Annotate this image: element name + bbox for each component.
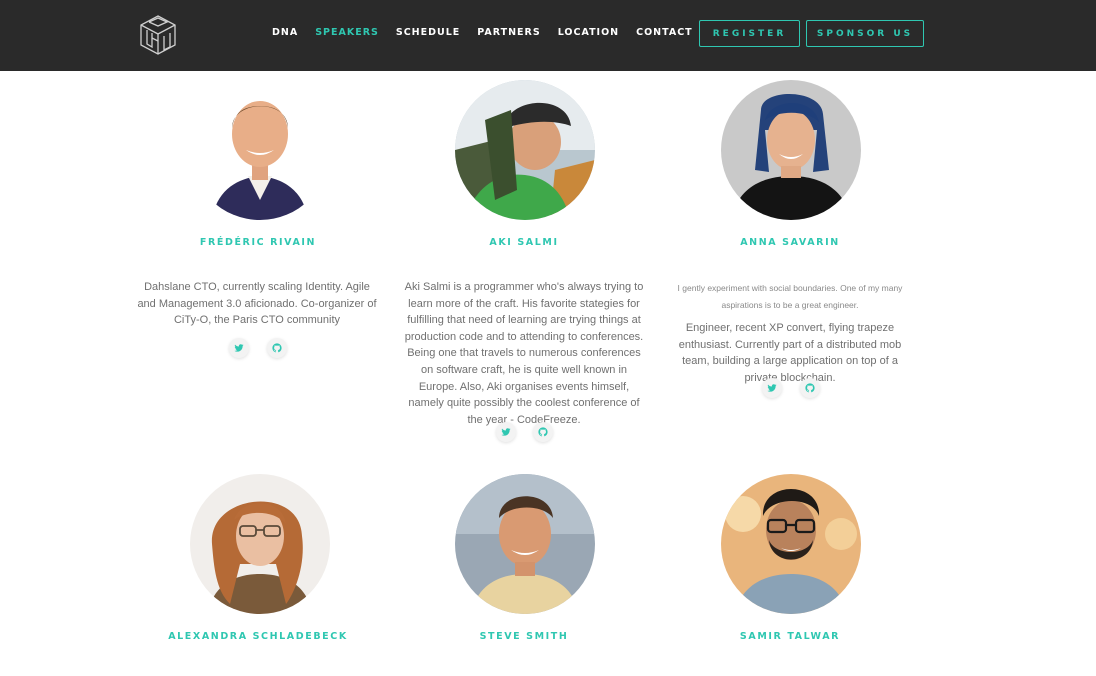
speaker-bio: Dahslane CTO, currently scaling Identity… [137,281,377,327]
speaker-portrait [721,474,861,614]
speaker-name[interactable]: ANNA SAVARIN [662,237,918,248]
github-icon [538,427,548,437]
twitter-button[interactable] [762,378,782,398]
speaker-photo-samir-talwar[interactable] [721,474,861,614]
github-button[interactable] [533,422,553,442]
twitter-icon [767,384,777,392]
nav-location[interactable]: LOCATION [558,27,619,38]
register-button[interactable]: REGISTER [699,20,800,47]
twitter-button[interactable] [496,422,516,442]
cube-logo-icon[interactable] [138,14,178,56]
twitter-icon [234,344,244,352]
site-header: DNA SPEAKERS SCHEDULE PARTNERS LOCATION … [0,0,1096,71]
speaker-photo-aki-salmi[interactable] [455,80,595,220]
speaker-quote: I gently experiment with social boundari… [677,283,903,310]
speaker-bio: Engineer, recent XP convert, flying trap… [678,322,902,384]
speaker-photo-anna-savarin[interactable] [721,80,861,220]
twitter-icon [501,428,511,436]
speaker-portrait [721,80,861,220]
nav-dna[interactable]: DNA [272,27,298,38]
main-nav: DNA SPEAKERS SCHEDULE PARTNERS LOCATION … [272,27,693,38]
github-icon [805,383,815,393]
speaker-photo-frederic-rivain[interactable] [190,80,330,220]
twitter-button[interactable] [229,338,249,358]
nav-speakers[interactable]: SPEAKERS [315,27,379,38]
nav-schedule[interactable]: SCHEDULE [396,27,460,38]
sponsor-us-button[interactable]: SPONSOR US [806,20,924,47]
speaker-name[interactable]: AKI SALMI [396,237,652,248]
speaker-portrait [455,474,595,614]
speaker-name[interactable]: SAMIR TALWAR [662,631,918,642]
speaker-name[interactable]: STEVE SMITH [396,631,652,642]
nav-contact[interactable]: CONTACT [636,27,693,38]
nav-partners[interactable]: PARTNERS [477,27,540,38]
speaker-portrait [455,80,595,220]
speaker-photo-alexandra-schladebeck[interactable] [190,474,330,614]
speaker-name[interactable]: ALEXANDRA SCHLADEBECK [130,631,386,642]
speaker-portrait [190,80,330,220]
speaker-portrait [190,474,330,614]
speaker-name[interactable]: FRÉDÉRIC RIVAIN [130,237,386,248]
github-button[interactable] [800,378,820,398]
github-icon [272,343,282,353]
speaker-photo-steve-smith[interactable] [455,474,595,614]
speaker-bio: Aki Salmi is a programmer who's always t… [404,281,644,426]
github-button[interactable] [267,338,287,358]
